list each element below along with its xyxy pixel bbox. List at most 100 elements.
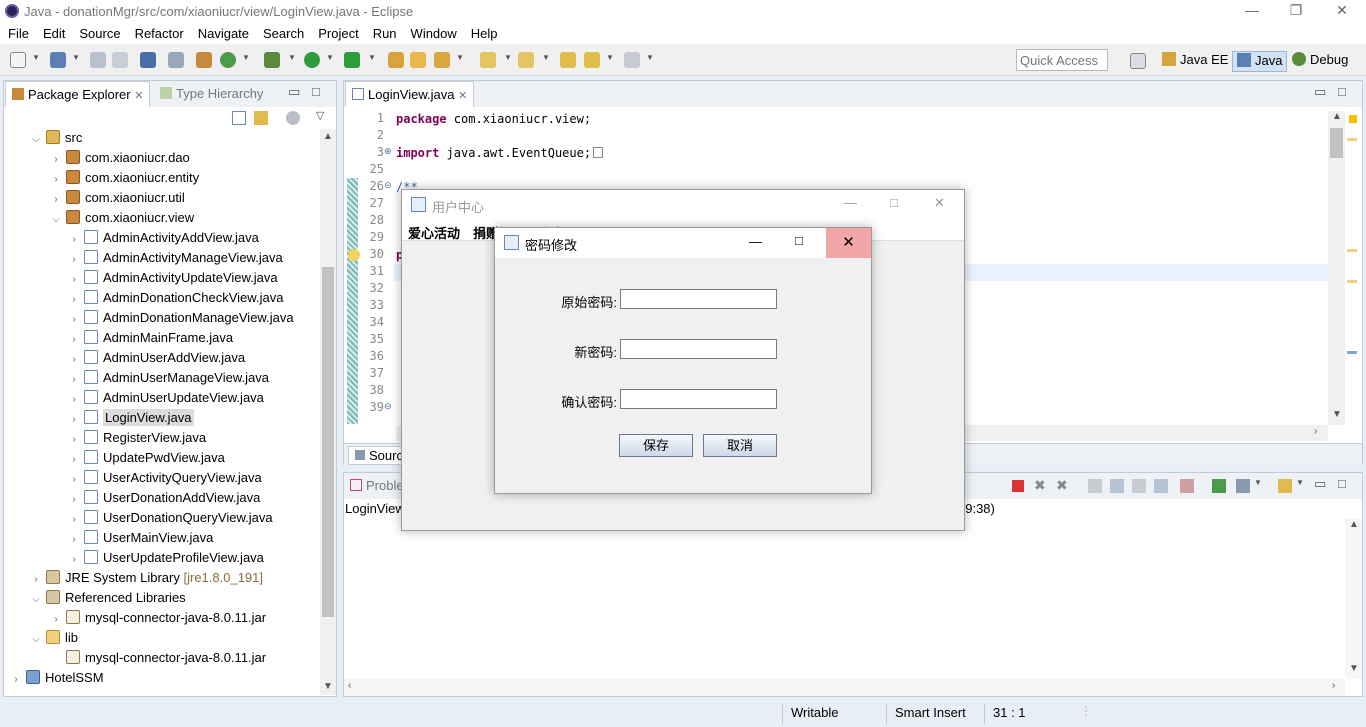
new-console-icon[interactable] (1212, 479, 1226, 493)
tab-loginview[interactable]: LoginView.java ✕ (345, 81, 475, 107)
scrollbar-thumb[interactable] (1330, 128, 1343, 158)
dropdown-icon[interactable]: ▼ (1254, 478, 1262, 487)
save-icon[interactable] (50, 52, 66, 68)
scroll-right-icon[interactable]: › (1314, 426, 1317, 437)
minimize-view-icon[interactable]: ▭ (288, 84, 300, 100)
tree-file-selected[interactable]: › LoginView.java (68, 408, 194, 428)
console-hscrollbar[interactable]: ‹ › (344, 679, 1345, 696)
close-button[interactable]: ✕ (826, 228, 871, 258)
close-tab-icon[interactable]: ✕ (134, 90, 143, 102)
fold-icon[interactable]: ⊕ (384, 146, 392, 157)
scroll-down-icon[interactable]: ▼ (1349, 663, 1359, 674)
perspective-java[interactable]: Java (1232, 51, 1288, 72)
tree-project-hotelssm[interactable]: › HotelSSM (10, 668, 104, 688)
scroll-up-icon[interactable]: ▲ (1349, 519, 1359, 530)
view-menu-icon[interactable]: ▽ (316, 109, 324, 122)
tree-file[interactable]: › AdminActivityUpdateView.java (68, 268, 278, 288)
terminate-icon[interactable] (1012, 480, 1024, 492)
explorer-scrollbar[interactable]: ▲ ▼ (320, 129, 336, 695)
minimize-icon[interactable]: — (749, 234, 762, 249)
confirm-password-input[interactable] (620, 389, 777, 409)
debug-icon[interactable] (264, 52, 280, 68)
tree-file[interactable]: › RegisterView.java (68, 428, 206, 448)
tree-ref-jar[interactable]: › mysql-connector-java-8.0.11.jar (50, 608, 266, 628)
clear-console-icon[interactable] (1180, 479, 1194, 493)
tree-file[interactable]: › AdminUserAddView.java (68, 348, 245, 368)
prev-annotation-icon[interactable] (518, 52, 534, 68)
menu-file[interactable]: File (1, 24, 36, 44)
save-all-icon[interactable] (90, 52, 106, 68)
tree-file[interactable]: › AdminDonationCheckView.java (68, 288, 283, 308)
open-type-icon[interactable] (388, 52, 404, 68)
tree-file[interactable]: › UserDonationAddView.java (68, 488, 260, 508)
tree-file[interactable]: › AdminUserUpdateView.java (68, 388, 264, 408)
collapse-all-icon[interactable] (232, 111, 246, 125)
menu-edit[interactable]: Edit (36, 24, 72, 44)
minimize-icon[interactable]: — (1232, 2, 1272, 18)
print-icon[interactable] (112, 52, 128, 68)
open-console-icon[interactable] (1278, 479, 1292, 493)
refresh-icon[interactable] (220, 52, 236, 68)
new-icon[interactable] (10, 52, 26, 68)
forward-icon[interactable] (624, 52, 640, 68)
menu-refactor[interactable]: Refactor (128, 24, 191, 44)
focus-icon[interactable] (286, 111, 300, 125)
open-perspective-icon[interactable] (1130, 53, 1146, 69)
tree-referenced-libraries[interactable]: ⌵ Referenced Libraries (30, 588, 186, 608)
editor-vscrollbar[interactable]: ▲ ▼ (1328, 111, 1345, 425)
minimize-icon[interactable]: — (844, 195, 857, 210)
remove-launch-icon[interactable]: ✖ (1034, 477, 1046, 494)
scroll-left-icon[interactable]: ‹ (348, 680, 351, 691)
folded-block-icon[interactable] (593, 147, 604, 158)
restore-icon[interactable]: ❐ (1276, 2, 1316, 19)
menu-navigate[interactable]: Navigate (191, 24, 256, 44)
quick-access-input[interactable] (1016, 49, 1108, 71)
menu-run[interactable]: Run (366, 24, 404, 44)
maximize-icon[interactable]: □ (795, 233, 803, 248)
fold-icon[interactable]: ⊖ (384, 401, 392, 412)
scroll-down-icon[interactable]: ▼ (1332, 409, 1342, 420)
display-console-icon[interactable] (1236, 479, 1250, 493)
tree-package-entity[interactable]: › com.xiaoniucr.entity (50, 168, 199, 188)
toggle-breakpoint-icon[interactable] (168, 52, 184, 68)
maximize-view-icon[interactable]: □ (1338, 476, 1346, 491)
maximize-icon[interactable]: □ (890, 195, 898, 210)
dropdown-icon[interactable]: ▼ (1296, 478, 1304, 487)
tree-package-dao[interactable]: › com.xiaoniucr.dao (50, 148, 190, 168)
console-icon[interactable] (140, 52, 156, 68)
tree-lib-folder[interactable]: ⌵ lib (30, 628, 78, 648)
open-folder-icon[interactable] (410, 52, 426, 68)
tree-package-view[interactable]: ⌵ com.xiaoniucr.view (50, 208, 194, 228)
scroll-down-icon[interactable]: ▼ (323, 681, 333, 692)
tree-jre[interactable]: › JRE System Library [jre1.8.0_191] (30, 568, 263, 588)
tab-package-explorer[interactable]: Package Explorer ✕ (5, 81, 151, 107)
perspective-java-ee[interactable]: Java EE (1158, 51, 1232, 72)
tree-file[interactable]: › UserDonationQueryView.java (68, 508, 273, 528)
close-icon[interactable]: ✕ (934, 195, 945, 211)
new-package-icon[interactable] (196, 52, 212, 68)
tree-file[interactable]: › UserMainView.java (68, 528, 213, 548)
menu-help[interactable]: Help (464, 24, 505, 44)
tree-file[interactable]: › AdminUserManageView.java (68, 368, 269, 388)
maximize-view-icon[interactable]: □ (312, 84, 320, 99)
scrollbar-thumb[interactable] (322, 267, 334, 617)
external-tools-icon[interactable] (344, 52, 360, 68)
menu-project[interactable]: Project (311, 24, 365, 44)
pen-icon[interactable] (434, 52, 450, 68)
maximize-view-icon[interactable]: □ (1338, 84, 1346, 99)
tree-file[interactable]: › UserActivityQueryView.java (68, 468, 262, 488)
tree-file[interactable]: › AdminActivityAddView.java (68, 228, 259, 248)
link-editor-icon[interactable] (254, 111, 268, 125)
back-icon[interactable] (584, 52, 600, 68)
close-tab-icon[interactable]: ✕ (458, 90, 467, 102)
menu-window[interactable]: Window (404, 24, 464, 44)
tree-package-util[interactable]: › com.xiaoniucr.util (50, 188, 185, 208)
close-icon[interactable]: ✕ (1322, 2, 1362, 19)
tab-type-hierarchy[interactable]: Type Hierarchy (154, 81, 269, 107)
show-on-output-icon[interactable] (1132, 479, 1146, 493)
fold-icon[interactable]: ⊖ (384, 180, 392, 191)
scroll-up-icon[interactable]: ▲ (1332, 111, 1342, 122)
scroll-lock-icon[interactable] (1088, 479, 1102, 493)
menu-source[interactable]: Source (72, 24, 127, 44)
tab-problems[interactable]: Proble (344, 473, 410, 499)
